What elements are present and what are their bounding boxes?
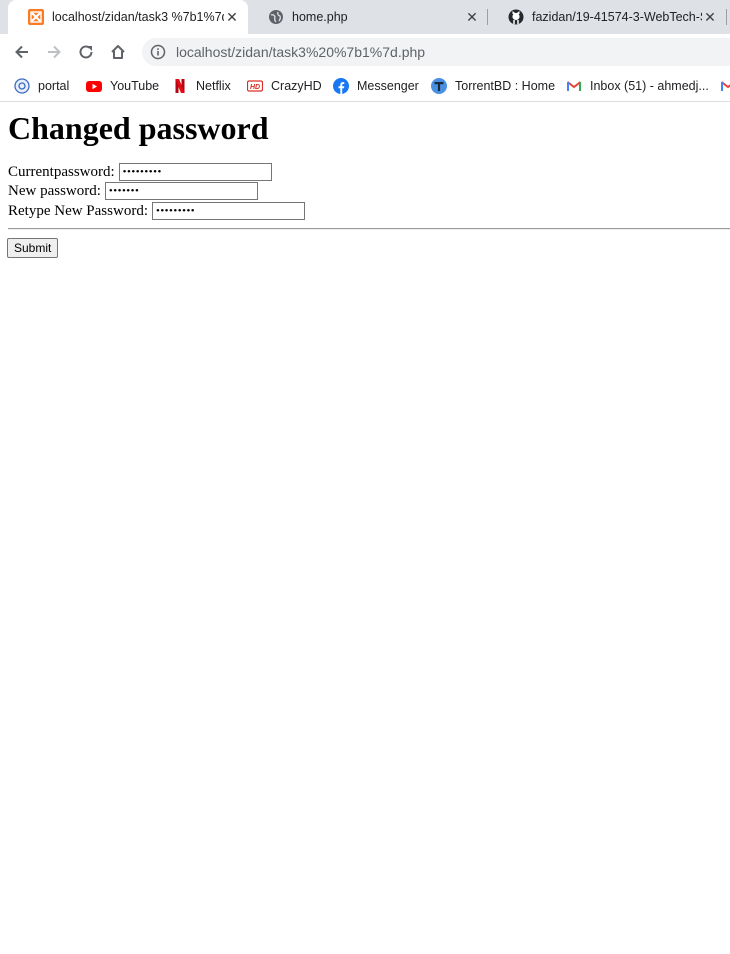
tab-title: home.php (292, 10, 348, 24)
torrentbd-icon (431, 78, 447, 94)
retype-password-input[interactable]: ••••••••• (151, 202, 305, 220)
tab-github[interactable]: fazidan/19-41574-3-WebTech-Se ✕ (488, 0, 726, 34)
tab-close-icon[interactable]: ✕ (224, 9, 240, 26)
bookmark-label: Messenger (357, 79, 419, 93)
svg-text:HD: HD (250, 84, 260, 91)
tab-task3[interactable]: localhost/zidan/task3 %7b1%7d.p ✕ (8, 0, 248, 34)
divider (8, 228, 730, 230)
bookmark-gmail-overflow[interactable] (720, 76, 730, 96)
bookmark-label: Inbox (51) - ahmedj... (590, 79, 709, 93)
globe-icon (268, 9, 284, 25)
reload-icon[interactable] (74, 40, 98, 64)
new-password-label: New password: (8, 182, 101, 199)
bookmark-label: portal (38, 79, 70, 93)
github-icon (508, 9, 524, 25)
back-arrow-icon[interactable] (10, 40, 34, 64)
tab-title: localhost/zidan/task3 %7b1%7d.p (52, 10, 224, 24)
current-password-row: Currentpassword: ••••••••• (8, 162, 272, 182)
youtube-icon (86, 78, 102, 94)
new-password-row: New password: ••••••• (8, 181, 258, 201)
crazyhd-icon: HD (247, 78, 263, 94)
bookmark-label: TorrentBD : Home (455, 79, 556, 93)
gmail-icon (720, 78, 730, 94)
bookmark-gmail-inbox[interactable]: Inbox (51) - ahmedj... (566, 76, 709, 96)
bookmarks-bar: portal YouTube Netflix HD CrazyHD Messen… (0, 70, 730, 102)
gmail-icon (566, 78, 582, 94)
netflix-icon (172, 78, 188, 94)
bookmark-youtube[interactable]: YouTube (86, 76, 159, 96)
bookmark-portal[interactable]: portal (14, 76, 69, 96)
tab-separator (726, 9, 727, 25)
home-icon[interactable] (106, 40, 130, 64)
messenger-icon (333, 78, 349, 94)
tab-close-icon[interactable]: ✕ (702, 9, 718, 26)
page-content: Changed password Currentpassword: ••••••… (0, 102, 730, 954)
bookmark-crazyhd[interactable]: HD CrazyHD (247, 76, 322, 96)
retype-password-row: Retype New Password: ••••••••• (8, 201, 305, 221)
address-url: localhost/zidan/task3%20%7b1%7d.php (176, 44, 426, 60)
forward-arrow-icon[interactable] (42, 40, 66, 64)
submit-button[interactable]: Submit (7, 238, 59, 258)
tab-close-icon[interactable]: ✕ (464, 9, 480, 26)
browser-toolbar: localhost/zidan/task3%20%7b1%7d.php (0, 34, 730, 70)
address-bar[interactable]: localhost/zidan/task3%20%7b1%7d.php (142, 38, 730, 66)
bookmark-label: CrazyHD (271, 79, 322, 93)
bookmark-label: YouTube (110, 79, 160, 93)
tab-home[interactable]: home.php ✕ (248, 0, 488, 34)
new-password-input[interactable]: ••••••• (104, 182, 258, 200)
portal-icon (14, 78, 30, 94)
xampp-icon (28, 9, 44, 25)
bookmark-netflix[interactable]: Netflix (172, 76, 231, 96)
tab-strip: localhost/zidan/task3 %7b1%7d.p ✕ home.p… (0, 0, 730, 34)
bookmark-messenger[interactable]: Messenger (333, 76, 419, 96)
bookmark-label: Netflix (196, 79, 231, 93)
page-title: Changed password (8, 110, 269, 146)
current-password-input[interactable]: ••••••••• (118, 163, 272, 181)
tab-title: fazidan/19-41574-3-WebTech-Se (532, 10, 702, 24)
bookmark-torrentbd[interactable]: TorrentBD : Home (431, 76, 555, 96)
info-icon[interactable] (150, 44, 166, 60)
current-password-label: Currentpassword: (8, 163, 115, 180)
retype-password-label: Retype New Password: (8, 202, 148, 219)
